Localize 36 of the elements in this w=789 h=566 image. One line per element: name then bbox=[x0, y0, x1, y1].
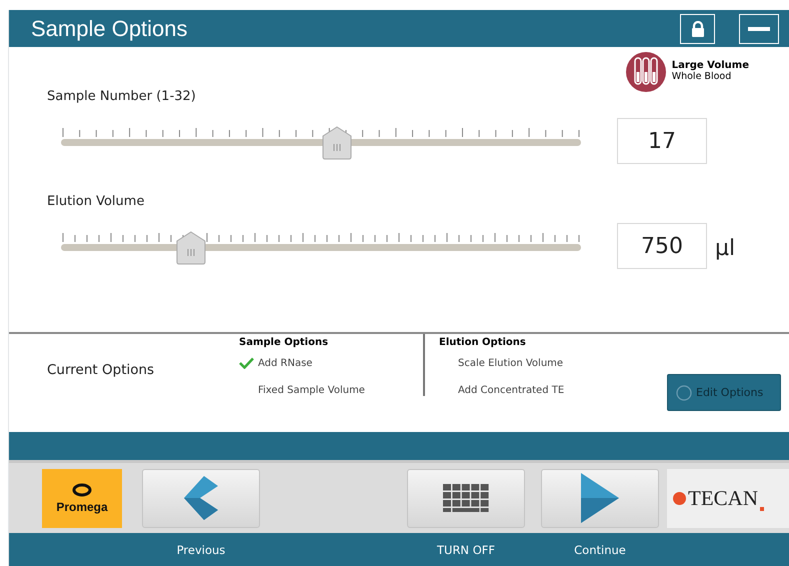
logo-text: Promega bbox=[56, 500, 108, 514]
value-field[interactable]: 750 bbox=[617, 223, 707, 269]
keyboard-icon bbox=[443, 484, 489, 512]
play-arrow-icon bbox=[581, 473, 619, 523]
circle-icon bbox=[673, 492, 686, 504]
sample-tubes-icon bbox=[626, 50, 666, 94]
option-text: Add RNase bbox=[258, 358, 312, 368]
sample-type-title: Large Volume bbox=[672, 60, 749, 71]
back-arrow-icon bbox=[184, 476, 218, 520]
brand-text: TECAN bbox=[688, 486, 758, 510]
keyboard-button[interactable] bbox=[407, 468, 525, 528]
option-text: Fixed Sample Volume bbox=[258, 384, 365, 396]
minimize-icon bbox=[748, 26, 770, 30]
logo-mark-icon bbox=[72, 482, 92, 496]
lock-button[interactable] bbox=[680, 14, 715, 44]
continue-button[interactable] bbox=[541, 468, 659, 528]
window-title: Sample Options bbox=[31, 16, 189, 42]
option-text: Scale Elution Volume bbox=[458, 358, 564, 368]
slider-thumb[interactable] bbox=[176, 231, 206, 265]
button-caption: Continue bbox=[573, 542, 627, 556]
lock-icon bbox=[690, 20, 704, 36]
current-options-label: Current Options bbox=[47, 362, 156, 378]
option-text: Add Concentrated TE bbox=[458, 384, 564, 396]
unit-label: µl bbox=[715, 236, 736, 261]
slider-label: Sample Number (1-32) bbox=[47, 89, 197, 104]
button-caption: TURN OFF bbox=[436, 542, 496, 556]
value-field[interactable]: 17 bbox=[617, 118, 707, 164]
options-group-title: Elution Options bbox=[439, 337, 527, 348]
options-group-title: Sample Options bbox=[239, 337, 330, 348]
slider-label: Elution Volume bbox=[47, 194, 146, 209]
sample-type-subtitle: Whole Blood bbox=[672, 71, 732, 82]
minimize-button[interactable] bbox=[739, 14, 779, 44]
previous-button[interactable] bbox=[142, 468, 260, 528]
button-caption: Previous bbox=[176, 542, 226, 556]
circle-icon bbox=[676, 384, 692, 400]
slider-thumb[interactable] bbox=[322, 126, 352, 160]
